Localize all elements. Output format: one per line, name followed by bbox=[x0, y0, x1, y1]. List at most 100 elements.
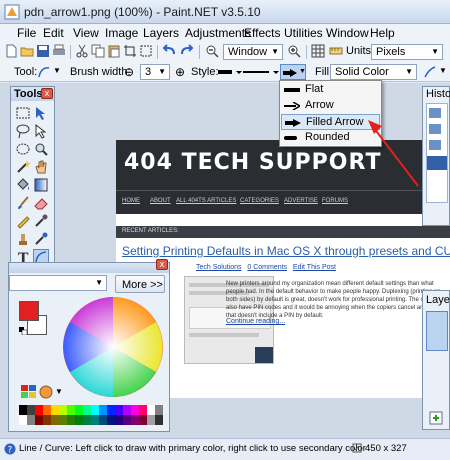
zoom-out-icon[interactable] bbox=[205, 44, 219, 58]
status-bar: ? Line / Curve: Left click to draw with … bbox=[0, 438, 450, 460]
close-icon[interactable]: x bbox=[41, 88, 53, 99]
meta-comments[interactable]: 0 Comments bbox=[247, 264, 287, 271]
pan-icon[interactable] bbox=[33, 159, 49, 175]
separator bbox=[199, 45, 200, 59]
print-icon[interactable] bbox=[52, 44, 66, 58]
fill-combo[interactable]: Solid Color ▼ bbox=[330, 64, 417, 80]
menu-edit[interactable]: Edit bbox=[43, 26, 64, 40]
annotation-arrow bbox=[368, 120, 419, 187]
ellipse-select-icon[interactable] bbox=[15, 141, 31, 157]
recolor-icon[interactable] bbox=[33, 231, 49, 247]
add-layer-icon[interactable] bbox=[429, 411, 443, 425]
redo-icon[interactable] bbox=[180, 44, 194, 58]
new-file-icon[interactable] bbox=[4, 44, 18, 58]
tools-window-title: Tools bbox=[14, 88, 43, 100]
chevron-down-icon[interactable]: ▼ bbox=[439, 66, 447, 75]
copy-icon[interactable] bbox=[91, 44, 105, 58]
undo-icon[interactable] bbox=[162, 44, 176, 58]
chevron-down-icon: ▼ bbox=[271, 47, 279, 56]
section-label: RECENT ARTICLES: bbox=[122, 228, 179, 234]
more-button[interactable]: More >> bbox=[115, 275, 165, 293]
grid-icon[interactable] bbox=[311, 44, 325, 58]
pencil-icon[interactable] bbox=[15, 213, 31, 229]
units-combo[interactable]: Pixels ▼ bbox=[371, 44, 443, 60]
chevron-down-icon[interactable]: ▼ bbox=[53, 66, 61, 75]
brush-width-combo[interactable]: 3 ▼ bbox=[140, 64, 170, 80]
meta-edit[interactable]: Edit This Post bbox=[293, 264, 336, 271]
primary-color-swatch[interactable] bbox=[19, 301, 39, 321]
paste-icon[interactable] bbox=[107, 44, 121, 58]
color-picker-icon[interactable] bbox=[33, 213, 49, 229]
nav-forums[interactable]: FORUMS bbox=[322, 198, 348, 204]
line-curve-tool-icon[interactable] bbox=[37, 65, 51, 79]
zoom-value: Window bbox=[228, 46, 268, 58]
menu-help[interactable]: Help bbox=[370, 26, 395, 40]
antialias-icon[interactable] bbox=[423, 65, 437, 79]
menu-effects[interactable]: Effects bbox=[244, 26, 280, 40]
dropdown-item-rounded-label: Rounded bbox=[305, 131, 350, 143]
status-text: Line / Curve: Left click to draw with pr… bbox=[19, 443, 366, 454]
zoom-combo[interactable]: Window ▼ bbox=[223, 44, 283, 60]
reset-colors-icon[interactable] bbox=[19, 327, 27, 335]
tools-window-titlebar[interactable]: Tools x bbox=[11, 87, 54, 101]
start-cap-style-icon[interactable] bbox=[218, 68, 242, 76]
color-wheel[interactable] bbox=[61, 295, 165, 399]
deselect-icon[interactable] bbox=[139, 44, 153, 58]
zoom-icon[interactable] bbox=[33, 141, 49, 157]
chevron-down-icon[interactable]: ▼ bbox=[55, 387, 63, 396]
color-mode-combo[interactable]: ▼ bbox=[9, 275, 107, 291]
lasso-select-icon[interactable] bbox=[15, 123, 31, 139]
menu-file[interactable]: File bbox=[17, 26, 36, 40]
open-folder-icon[interactable] bbox=[20, 44, 34, 58]
eraser-icon[interactable] bbox=[33, 195, 49, 211]
meta-category[interactable]: Tech Solutions bbox=[196, 264, 242, 271]
layer-item[interactable] bbox=[426, 311, 448, 351]
color-palette-icon[interactable] bbox=[21, 385, 37, 399]
zoom-in-icon[interactable] bbox=[287, 44, 301, 58]
history-list[interactable] bbox=[426, 103, 448, 203]
increase-width-icon[interactable]: ⊕ bbox=[175, 65, 185, 79]
nav-categories[interactable]: CATEGORIES bbox=[240, 198, 279, 204]
brush-width-label: Brush width: bbox=[70, 66, 131, 78]
menu-window[interactable]: Window bbox=[326, 26, 369, 40]
layers-window: Laye bbox=[422, 290, 450, 430]
rounded-cap-icon bbox=[284, 136, 297, 140]
nav-advertise[interactable]: ADVERTISE bbox=[284, 198, 318, 204]
menu-image[interactable]: Image bbox=[105, 26, 138, 40]
menu-layers[interactable]: Layers bbox=[143, 26, 179, 40]
move-selection-icon[interactable] bbox=[33, 105, 49, 121]
clone-stamp-icon[interactable] bbox=[15, 231, 31, 247]
nav-about[interactable]: ABOUT bbox=[150, 198, 171, 204]
layers-window-title: Laye bbox=[426, 294, 450, 306]
nav-all-articles[interactable]: ALL 404TS ARTICLES bbox=[176, 198, 236, 204]
cut-icon[interactable] bbox=[75, 44, 89, 58]
separator bbox=[306, 45, 307, 59]
end-cap-style-button[interactable]: ▼ bbox=[280, 64, 306, 80]
menu-adjustments[interactable]: Adjustments bbox=[185, 26, 251, 40]
menu-view[interactable]: View bbox=[73, 26, 99, 40]
article-meta: Tech Solutions 0 Comments Edit This Post bbox=[196, 264, 336, 271]
save-icon[interactable] bbox=[36, 44, 50, 58]
dash-style-icon[interactable] bbox=[243, 68, 279, 76]
continue-reading-link[interactable]: Continue reading... bbox=[226, 318, 285, 325]
move-selected-icon[interactable] bbox=[33, 123, 49, 139]
rectangle-select-icon[interactable] bbox=[15, 105, 31, 121]
menu-bar: File Edit View Image Layers Adjustments … bbox=[0, 24, 450, 42]
color-palette-grid[interactable] bbox=[19, 405, 167, 425]
title-bar: pdn_arrow1.png (100%) - Paint.NET v3.5.1… bbox=[0, 0, 450, 24]
menu-utilities[interactable]: Utilities bbox=[284, 26, 323, 40]
gradient-icon[interactable] bbox=[33, 177, 49, 193]
palette-menu-icon[interactable] bbox=[39, 385, 53, 399]
magic-wand-icon[interactable] bbox=[15, 159, 31, 175]
ruler-icon[interactable] bbox=[329, 44, 343, 58]
dropdown-item-flat[interactable]: Flat bbox=[281, 82, 380, 98]
decrease-width-icon[interactable]: ⊖ bbox=[124, 65, 134, 79]
close-icon[interactable]: x bbox=[156, 259, 168, 270]
paint-bucket-icon[interactable] bbox=[15, 177, 31, 193]
article-title[interactable]: Setting Printing Defaults in Mac OS X th… bbox=[122, 244, 450, 258]
nav-home[interactable]: HOME bbox=[122, 198, 140, 204]
paintbrush-icon[interactable] bbox=[15, 195, 31, 211]
colors-window-titlebar[interactable]: x bbox=[9, 259, 169, 273]
brush-width-value: 3 bbox=[145, 66, 152, 78]
crop-icon[interactable] bbox=[123, 44, 137, 58]
